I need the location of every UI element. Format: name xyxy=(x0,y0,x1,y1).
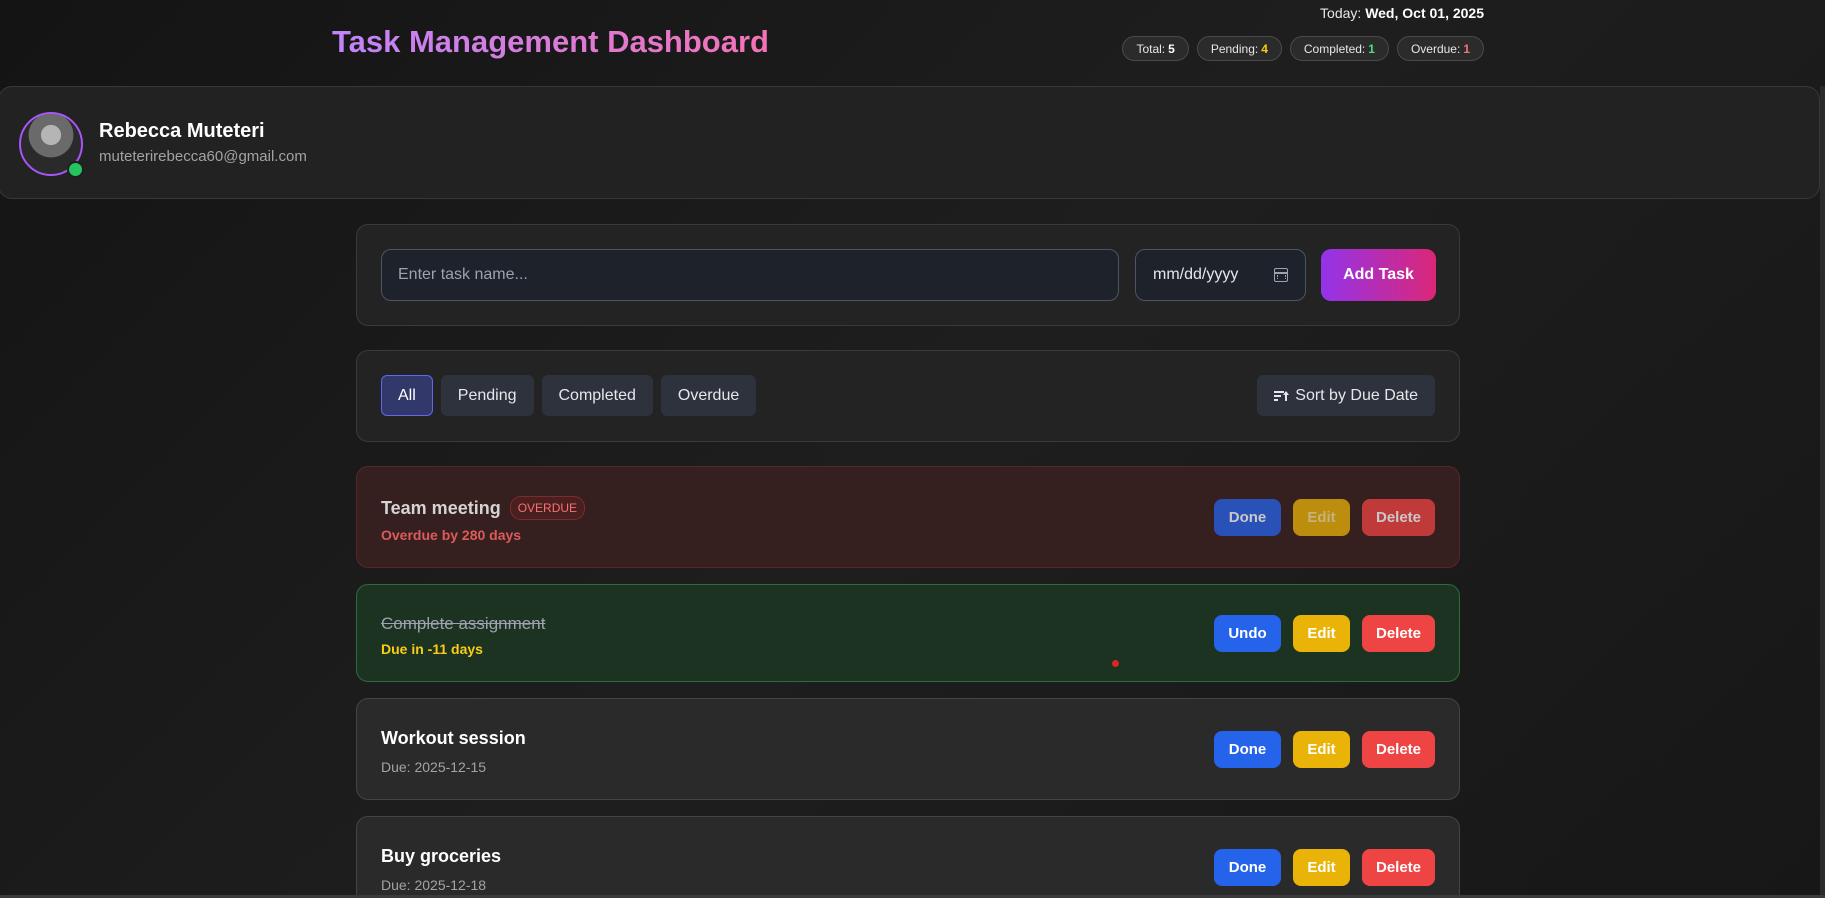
task-card: Workout session Due: 2025-12-15 Done Edi… xyxy=(356,698,1460,800)
stat-completed: Completed: 1 xyxy=(1289,36,1389,61)
task-title-text: Complete assignment xyxy=(381,614,546,633)
cursor-indicator xyxy=(1112,660,1119,667)
scrollbar[interactable] xyxy=(1820,86,1825,898)
task-due-status: Due in -11 days xyxy=(381,641,483,657)
filter-pending-button[interactable]: Pending xyxy=(440,375,534,416)
top-bar: Task Management Dashboard Today: Wed, Oc… xyxy=(0,0,1825,86)
stat-overdue: Overdue: 1 xyxy=(1396,36,1484,61)
today-label: Today: xyxy=(1320,5,1362,21)
task-card: Complete assignment Due in -11 days Undo… xyxy=(356,584,1460,682)
task-card: Buy groceries Due: 2025-12-18 Done Edit … xyxy=(356,816,1460,898)
task-actions: Done Edit Delete xyxy=(1214,499,1435,536)
add-task-form: mm/dd/yyyy Add Task xyxy=(356,224,1460,326)
task-actions: Done Edit Delete xyxy=(1214,849,1435,886)
delete-button[interactable]: Delete xyxy=(1362,615,1435,652)
stat-pending-value: 4 xyxy=(1261,41,1268,56)
stat-pending: Pending: 4 xyxy=(1196,36,1282,61)
task-due-status: Overdue by 280 days xyxy=(381,527,522,543)
edit-button[interactable]: Edit xyxy=(1293,499,1350,536)
due-date-input[interactable]: mm/dd/yyyy xyxy=(1135,249,1306,301)
today-date: Today: Wed, Oct 01, 2025 xyxy=(1320,5,1484,21)
done-button[interactable]: Done xyxy=(1214,849,1281,886)
today-value: Wed, Oct 01, 2025 xyxy=(1365,5,1484,21)
task-name-input[interactable] xyxy=(381,249,1119,301)
task-due-date: Due: 2025-12-18 xyxy=(381,877,487,893)
task-title: Buy groceries xyxy=(381,846,501,867)
filter-completed-button[interactable]: Completed xyxy=(541,375,653,416)
user-email: muteterirebecca60@gmail.com xyxy=(99,148,307,165)
page-title: Task Management Dashboard xyxy=(332,24,769,59)
task-actions: Done Edit Delete xyxy=(1214,731,1435,768)
add-task-button[interactable]: Add Task xyxy=(1321,249,1436,301)
edit-button[interactable]: Edit xyxy=(1293,731,1350,768)
task-actions: Undo Edit Delete xyxy=(1214,615,1435,652)
task-due-date: Due: 2025-12-15 xyxy=(381,759,487,775)
done-button[interactable]: Done xyxy=(1214,731,1281,768)
stat-total: Total: 5 xyxy=(1122,36,1189,61)
task-title-text: Buy groceries xyxy=(381,846,502,866)
stat-overdue-label: Overdue: xyxy=(1410,41,1461,56)
sort-by-due-date-button[interactable]: Sort by Due Date xyxy=(1257,375,1435,416)
filter-bar: All Pending Completed Overdue Sort by Du… xyxy=(356,350,1460,442)
stat-pending-label: Pending: xyxy=(1210,41,1259,56)
undo-button[interactable]: Undo xyxy=(1214,615,1281,652)
due-date-placeholder: mm/dd/yyyy xyxy=(1153,266,1239,283)
sort-icon xyxy=(1274,390,1290,401)
delete-button[interactable]: Delete xyxy=(1362,731,1435,768)
task-title: Complete assignment xyxy=(381,614,545,634)
filter-group: All Pending Completed Overdue xyxy=(381,375,757,416)
task-card: Team meeting OVERDUE Overdue by 280 days… xyxy=(356,466,1460,568)
task-title: Workout session xyxy=(381,728,526,749)
filter-overdue-button[interactable]: Overdue xyxy=(660,375,757,416)
stat-total-value: 5 xyxy=(1168,41,1175,56)
task-title-text: Workout session xyxy=(381,728,526,748)
edit-button[interactable]: Edit xyxy=(1293,615,1350,652)
calendar-icon[interactable] xyxy=(1274,268,1288,282)
profile-card: Rebecca Muteteri muteterirebecca60@gmail… xyxy=(0,86,1820,199)
user-name: Rebecca Muteteri xyxy=(99,120,265,142)
task-title-text: Team meeting xyxy=(381,497,501,518)
online-status-dot xyxy=(67,161,84,178)
stat-completed-value: 1 xyxy=(1368,41,1375,56)
filter-all-button[interactable]: All xyxy=(381,375,433,416)
sort-label: Sort by Due Date xyxy=(1295,386,1418,404)
done-button[interactable]: Done xyxy=(1214,499,1281,536)
task-title: Team meeting OVERDUE xyxy=(381,496,586,520)
stat-completed-label: Completed: xyxy=(1303,41,1366,56)
overdue-badge: OVERDUE xyxy=(509,496,586,520)
delete-button[interactable]: Delete xyxy=(1362,499,1435,536)
stats-bar: Total: 5 Pending: 4 Completed: 1 Overdue: 1 xyxy=(1122,36,1484,61)
edit-button[interactable]: Edit xyxy=(1293,849,1350,886)
delete-button[interactable]: Delete xyxy=(1362,849,1435,886)
stat-total-label: Total: xyxy=(1136,41,1166,56)
stat-overdue-value: 1 xyxy=(1463,41,1470,56)
